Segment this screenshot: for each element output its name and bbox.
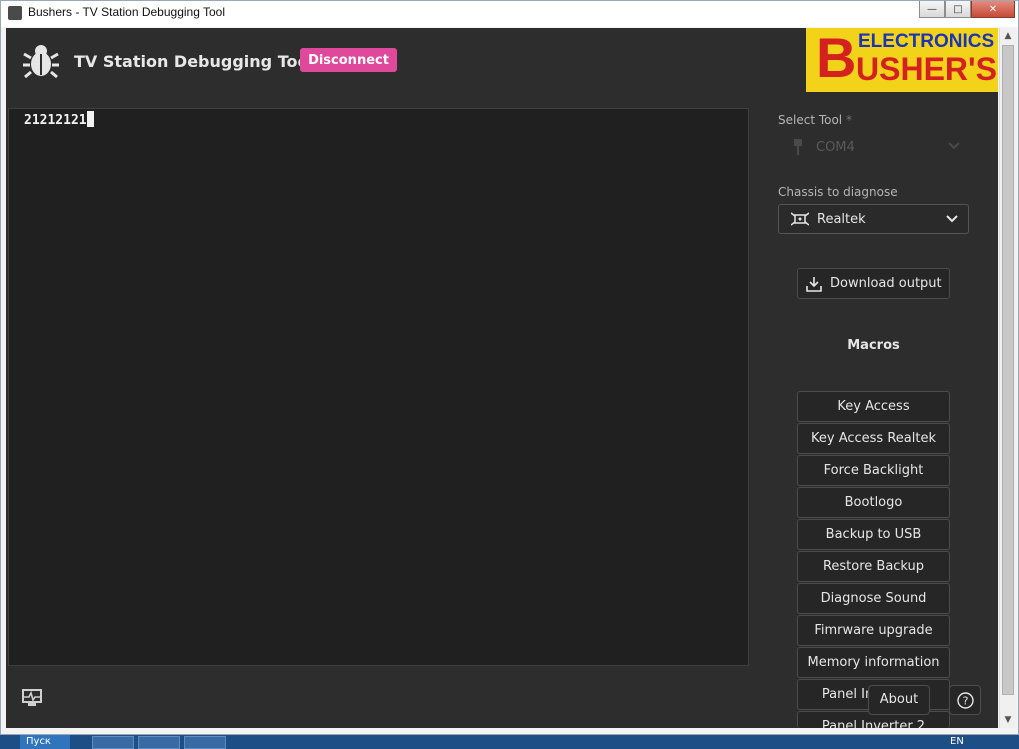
macro-bootlogo-button[interactable]: Bootlogo <box>797 487 950 518</box>
app-window: Bushers - TV Station Debugging Tool — □ … <box>0 0 1019 735</box>
select-tool-value: COM4 <box>816 140 855 155</box>
terminal-line: 21212121 <box>24 111 94 128</box>
terminal-text: 21212121 <box>24 113 87 128</box>
app-window-icon <box>8 6 22 20</box>
macro-firmware-upgrade-button[interactable]: Fimrware upgrade <box>797 615 950 646</box>
scroll-up-arrow-icon[interactable]: ▲ <box>1000 28 1016 44</box>
terminal-cursor <box>86 111 94 127</box>
language-indicator[interactable]: EN <box>950 735 964 749</box>
help-glyph: ? <box>963 695 969 708</box>
taskbar-item-browser[interactable] <box>138 736 180 749</box>
select-tool-label: Select Tool * <box>778 113 852 127</box>
brand-line2: USHER'S <box>856 51 997 87</box>
brand-logo: B ELECTRONICS USHER'S <box>806 28 998 92</box>
title-bar[interactable]: Bushers - TV Station Debugging Tool — □ … <box>1 1 1018 27</box>
macro-memory-information-button[interactable]: Memory information <box>797 647 950 678</box>
brand-line1: ELECTRONICS <box>858 31 995 52</box>
select-tool-label-text: Select Tool <box>778 113 843 127</box>
vertical-scrollbar[interactable]: ▲ ▼ <box>999 28 1016 728</box>
minimize-button[interactable]: — <box>919 1 945 18</box>
macros-title: Macros <box>847 338 900 353</box>
scroll-down-arrow-icon[interactable]: ▼ <box>1000 712 1016 728</box>
macro-key-access-button[interactable]: Key Access <box>797 391 950 422</box>
maximize-button[interactable]: □ <box>945 1 971 18</box>
macro-diagnose-sound-button[interactable]: Diagnose Sound <box>797 583 950 614</box>
question-circle-icon: ? <box>957 692 974 709</box>
chassis-dropdown[interactable]: Realtek <box>778 204 969 234</box>
terminal-output[interactable]: 21212121 <box>8 108 749 666</box>
chassis-label: Chassis to diagnose <box>778 185 898 199</box>
chevron-down-icon <box>948 142 960 150</box>
chevron-down-icon <box>946 215 958 223</box>
start-button[interactable]: Пуск <box>20 735 70 749</box>
bug-icon <box>23 45 59 79</box>
chassis-value: Realtek <box>817 212 866 227</box>
download-icon <box>806 277 822 292</box>
macro-restore-backup-button[interactable]: Restore Backup <box>797 551 950 582</box>
taskbar: Пуск EN <box>0 735 1019 749</box>
about-button[interactable]: About <box>868 685 930 715</box>
app-client-area: TV Station Debugging Tool Disconnect B E… <box>6 28 998 728</box>
window-title: Bushers - TV Station Debugging Tool <box>28 5 226 19</box>
required-mark: * <box>845 113 852 127</box>
download-output-button[interactable]: Download output <box>797 268 950 299</box>
heartbeat-monitor-icon[interactable] <box>22 689 42 707</box>
help-button[interactable]: ? <box>949 685 981 715</box>
brand-initial: B <box>816 28 857 89</box>
close-button[interactable]: ✕ <box>971 1 1015 18</box>
scrollbar-thumb[interactable] <box>1002 45 1014 695</box>
macro-force-backlight-button[interactable]: Force Backlight <box>797 455 950 486</box>
app-title: TV Station Debugging Tool <box>74 52 314 71</box>
window-controls: — □ ✕ <box>919 1 1015 19</box>
macro-key-access-realtek-button[interactable]: Key Access Realtek <box>797 423 950 454</box>
taskbar-item-app[interactable] <box>184 736 226 749</box>
taskbar-item-save[interactable] <box>92 736 134 749</box>
select-tool-dropdown[interactable]: COM4 <box>778 132 970 162</box>
circuit-board-icon <box>791 212 809 226</box>
macro-backup-usb-button[interactable]: Backup to USB <box>797 519 950 550</box>
download-output-label: Download output <box>830 276 942 291</box>
usb-plug-icon <box>794 139 802 155</box>
disconnect-button[interactable]: Disconnect <box>300 48 397 72</box>
